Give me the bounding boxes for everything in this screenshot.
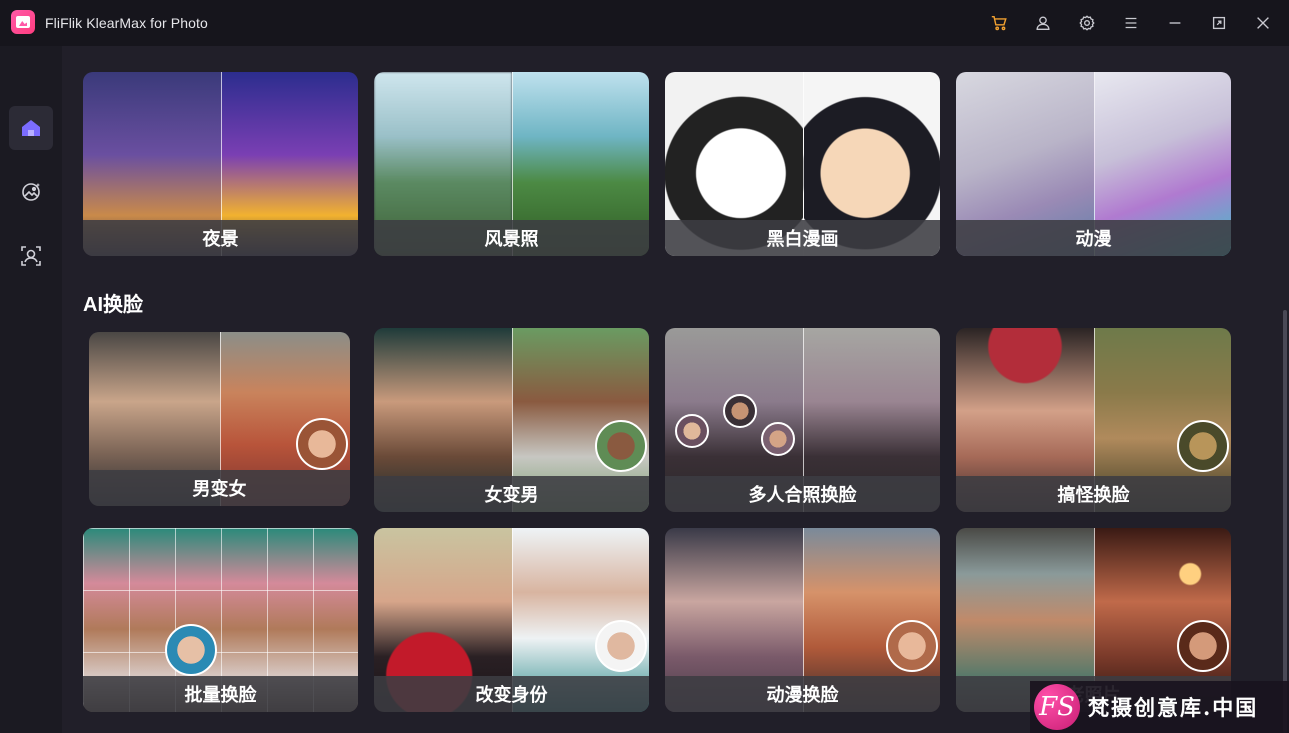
cart-icon[interactable] <box>987 11 1011 35</box>
face-swap-card-group-photo[interactable]: 多人合照换脸 <box>665 328 940 512</box>
face-swap-card-change-identity[interactable]: 改变身份 <box>374 528 649 712</box>
section-title-ai-face-swap: AI换脸 <box>83 294 143 316</box>
swap-face-thumbnail <box>723 394 757 428</box>
swap-face-thumbnail <box>1177 620 1229 672</box>
enhance-card-night[interactable]: 夜景 <box>83 72 358 256</box>
user-icon[interactable] <box>1031 11 1055 35</box>
app-title: FliFlik KlearMax for Photo <box>45 15 208 31</box>
sidebar <box>0 46 62 733</box>
swap-face-thumbnail <box>675 414 709 448</box>
title-bar: FliFlik KlearMax for Photo <box>0 0 1289 46</box>
face-swap-card-anime-swap[interactable]: 动漫换脸 <box>665 528 940 712</box>
card-label: 批量换脸 <box>83 676 358 712</box>
face-scan-icon <box>21 246 41 266</box>
face-swap-card-female-to-male[interactable]: 女变男 <box>374 328 649 512</box>
card-label: 搞怪换脸 <box>956 476 1231 512</box>
enhance-card-anime[interactable]: 动漫 <box>956 72 1231 256</box>
swap-face-thumbnail <box>1177 420 1229 472</box>
card-label: 动漫换脸 <box>665 676 940 712</box>
card-label: 多人合照换脸 <box>665 476 940 512</box>
sidebar-item-photo-enhance[interactable] <box>9 170 53 214</box>
menu-icon[interactable] <box>1119 11 1143 35</box>
settings-icon[interactable] <box>1075 11 1099 35</box>
enhance-card-bw-manga[interactable]: 黑白漫画 <box>665 72 940 256</box>
face-swap-card-batch[interactable]: 批量换脸 <box>83 528 358 712</box>
card-label: 改变身份 <box>374 676 649 712</box>
main-content: 夜景 风景照 黑白漫画 动漫 AI换脸 男变女 女变男 多人合照换脸 搞怪换脸 … <box>62 46 1289 733</box>
card-label: 男变女 <box>89 470 350 506</box>
home-icon <box>22 120 40 136</box>
watermark-text: 梵摄创意库.中国 <box>1088 695 1259 720</box>
swap-face-thumbnail <box>595 620 647 672</box>
photo-enhance-icon <box>22 183 40 201</box>
watermark: FS 梵摄创意库.中国 <box>1030 681 1289 733</box>
watermark-logo: FS <box>1034 684 1080 730</box>
swap-face-thumbnail <box>296 418 348 470</box>
face-swap-card-male-to-female[interactable]: 男变女 <box>89 332 350 506</box>
maximize-icon[interactable] <box>1207 11 1231 35</box>
card-label: 夜景 <box>83 220 358 256</box>
minimize-icon[interactable] <box>1163 11 1187 35</box>
swap-face-thumbnail <box>761 422 795 456</box>
face-swap-card-funny[interactable]: 搞怪换脸 <box>956 328 1231 512</box>
swap-face-thumbnail <box>595 420 647 472</box>
sidebar-item-home[interactable] <box>9 106 53 150</box>
card-label: 风景照 <box>374 220 649 256</box>
card-label: 黑白漫画 <box>665 220 940 256</box>
scrollbar[interactable] <box>1283 310 1287 733</box>
sidebar-item-face-scan[interactable] <box>9 234 53 278</box>
card-label: 女变男 <box>374 476 649 512</box>
close-icon[interactable] <box>1251 11 1275 35</box>
swap-face-thumbnail <box>165 624 217 676</box>
card-label: 动漫 <box>956 220 1231 256</box>
enhance-card-landscape[interactable]: 风景照 <box>374 72 649 256</box>
swap-face-thumbnail <box>886 620 938 672</box>
app-logo-icon <box>11 10 35 34</box>
